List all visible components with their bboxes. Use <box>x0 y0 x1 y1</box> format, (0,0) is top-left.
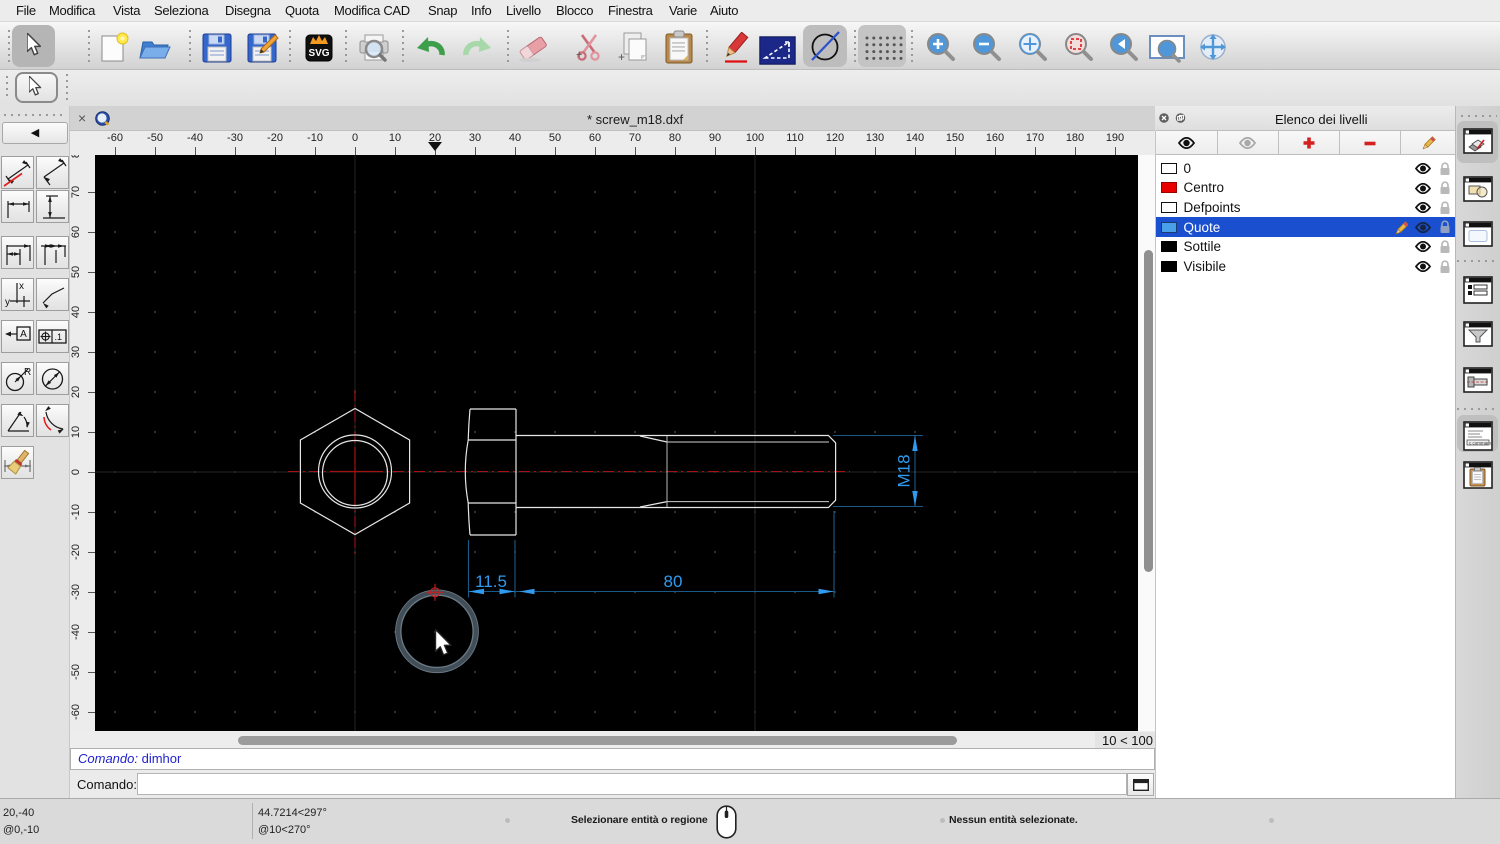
svg-text:+: + <box>618 50 625 63</box>
svg-text:SVG: SVG <box>308 48 329 59</box>
svg-text:A: A <box>20 329 27 340</box>
svg-text:y: y <box>5 297 10 308</box>
svg-text:R: R <box>24 367 31 378</box>
svg-text:x: x <box>19 281 24 292</box>
svg-text:+: + <box>576 49 582 61</box>
svg-text:80: 80 <box>664 572 683 591</box>
svg-text:.1: .1 <box>55 332 63 342</box>
svg-text:M18: M18 <box>895 454 914 487</box>
svg-text:11.5: 11.5 <box>475 572 507 591</box>
svg-text:c command: c command <box>1469 440 1493 445</box>
